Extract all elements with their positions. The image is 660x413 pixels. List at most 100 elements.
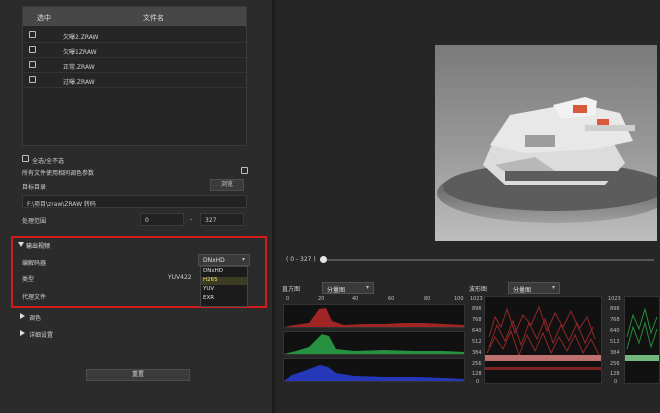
file-row[interactable]: 欠曝1ZRAW <box>23 43 246 58</box>
timeline-bar: ( 0 - 327 ) <box>280 254 660 266</box>
range-label: 处理范围 <box>22 218 47 225</box>
waveform-y-tick: 0 <box>614 379 618 385</box>
waveform-y-tick: 512 <box>472 339 482 345</box>
color-section-label[interactable]: 调色 <box>29 313 41 322</box>
histogram-title: 直方图 <box>282 286 301 293</box>
histogram-green-fill <box>284 334 464 354</box>
waveform-y-tick: 1023 <box>608 296 621 302</box>
waveform-green-traces <box>626 307 658 350</box>
histogram-blue-graph <box>284 365 464 381</box>
file-row[interactable]: 正常.ZRAW <box>23 58 246 73</box>
range-start-field[interactable]: 0 <box>140 213 184 226</box>
chevron-down-icon: ▾ <box>551 284 555 291</box>
file-checkbox[interactable] <box>29 76 36 83</box>
histogram-red-fill <box>284 308 464 327</box>
waveform-y-tick: 0 <box>476 379 480 385</box>
file-name: 过曝.ZRAW <box>63 79 95 86</box>
encoder-label: 编解码器 <box>22 260 47 267</box>
encoder-dropdown-list: DNxHD H265 YUV EXR <box>200 266 248 307</box>
waveform-y-tick: 128 <box>472 371 482 377</box>
histogram-x-tick: 40 <box>352 296 359 302</box>
file-checkbox[interactable] <box>29 61 36 68</box>
waveform-green-graph <box>625 307 659 361</box>
waveform-mode-dropdown[interactable]: 分量图 ▾ <box>508 282 560 294</box>
output-video-title[interactable]: 输出视频 <box>26 241 50 250</box>
expand-triangle-icon[interactable] <box>20 313 25 319</box>
chevron-down-icon: ▾ <box>241 256 245 263</box>
waveform-y-tick: 512 <box>610 339 620 345</box>
range-start-value: 0 <box>145 217 149 224</box>
type-value: YUV422 <box>168 274 192 281</box>
waveform-y-tick: 640 <box>610 328 620 334</box>
histogram-x-tick: 20 <box>318 296 325 302</box>
timeline-track[interactable] <box>324 259 654 261</box>
reset-button[interactable]: 重置 <box>86 369 190 381</box>
histogram-red-graph <box>284 308 464 327</box>
encoder-option[interactable]: EXR <box>201 295 247 303</box>
histogram-green-channel <box>283 331 465 355</box>
tank-model-image <box>435 45 657 241</box>
target-dir-value: F:\项目\zraw\ZRAW 转码 <box>27 201 96 208</box>
collapse-triangle-icon[interactable] <box>18 242 24 247</box>
histogram-mode-dropdown[interactable]: 分量图 ▾ <box>322 282 374 294</box>
timeline-range-text: ( 0 - 327 ) <box>286 256 316 263</box>
waveform-y-tick: 1023 <box>470 296 483 302</box>
export-settings-panel: 选中 文件名 欠曝2.ZRAW 欠曝1ZRAW 正常.ZRAW 过曝.ZRAW … <box>0 0 272 413</box>
file-name: 欠曝2.ZRAW <box>63 34 99 41</box>
range-end-value: 327 <box>205 217 217 224</box>
histogram-blue-channel <box>283 358 465 382</box>
waveform-y-tick: 896 <box>472 306 482 312</box>
file-table-header: 选中 文件名 <box>23 7 246 26</box>
waveform-y-tick: 256 <box>472 361 482 367</box>
file-row[interactable]: 过曝.ZRAW <box>23 73 246 88</box>
file-checkbox[interactable] <box>29 46 36 53</box>
histogram-x-tick: 80 <box>424 296 431 302</box>
waveform-red-graph <box>485 305 601 370</box>
waveform-y-tick: 256 <box>610 361 620 367</box>
histogram-blue-fill <box>284 365 464 381</box>
file-name: 欠曝1ZRAW <box>63 49 97 56</box>
waveform-red-band <box>485 367 601 370</box>
encoder-option[interactable]: YUV <box>201 286 247 294</box>
waveform-red-traces <box>486 305 600 357</box>
same-color-params-checkbox[interactable] <box>241 167 248 174</box>
histogram-green-graph <box>284 334 464 354</box>
waveform-y-tick: 768 <box>610 317 620 323</box>
expand-triangle-icon[interactable] <box>20 330 25 336</box>
proxy-file-label: 代理文件 <box>22 294 47 301</box>
waveform-y-tick: 384 <box>610 350 620 356</box>
histogram-red-channel <box>283 304 465 328</box>
waveform-y-tick: 640 <box>472 328 482 334</box>
video-preview <box>435 45 657 241</box>
waveform-red-band <box>485 355 601 361</box>
file-name: 正常.ZRAW <box>63 64 95 71</box>
encoder-option[interactable]: DNxHD <box>201 268 247 276</box>
range-end-field[interactable]: 327 <box>200 213 244 226</box>
select-all-checkbox[interactable] <box>22 155 29 162</box>
histogram-mode-value: 分量图 <box>327 287 346 294</box>
target-dir-field[interactable]: F:\项目\zraw\ZRAW 转码 <box>22 195 247 208</box>
file-row[interactable]: 欠曝2.ZRAW <box>23 28 246 43</box>
histogram-x-tick: 100 <box>454 296 464 302</box>
histogram-x-tick: 0 <box>286 296 290 302</box>
waveform-green-channel <box>624 296 660 384</box>
column-select-header: 选中 <box>37 14 51 22</box>
file-checkbox[interactable] <box>29 31 36 38</box>
encoder-dropdown[interactable]: DNxHD ▾ <box>198 254 250 266</box>
encoder-option-highlighted[interactable]: H265 <box>201 277 247 285</box>
same-color-params-label: 所有文件使用相同调色参数 <box>22 170 95 177</box>
waveform-red-channel <box>484 296 602 384</box>
type-label: 类型 <box>22 276 35 283</box>
encoder-selected-value: DNxHD <box>203 257 225 264</box>
file-table: 选中 文件名 欠曝2.ZRAW 欠曝1ZRAW 正常.ZRAW 过曝.ZRAW <box>22 6 247 146</box>
column-filename-header: 文件名 <box>143 14 164 22</box>
advanced-section-label[interactable]: 详细设置 <box>29 330 53 339</box>
browse-button[interactable]: 浏览 <box>210 179 244 191</box>
histogram-x-tick: 60 <box>388 296 395 302</box>
waveform-title: 波形图 <box>469 286 488 293</box>
timeline-scrubber-handle[interactable] <box>320 256 327 263</box>
waveform-mode-value: 分量图 <box>513 287 532 294</box>
select-all-label: 全选/全不选 <box>32 158 65 165</box>
waveform-y-tick: 384 <box>472 350 482 356</box>
chevron-down-icon: ▾ <box>365 284 369 291</box>
